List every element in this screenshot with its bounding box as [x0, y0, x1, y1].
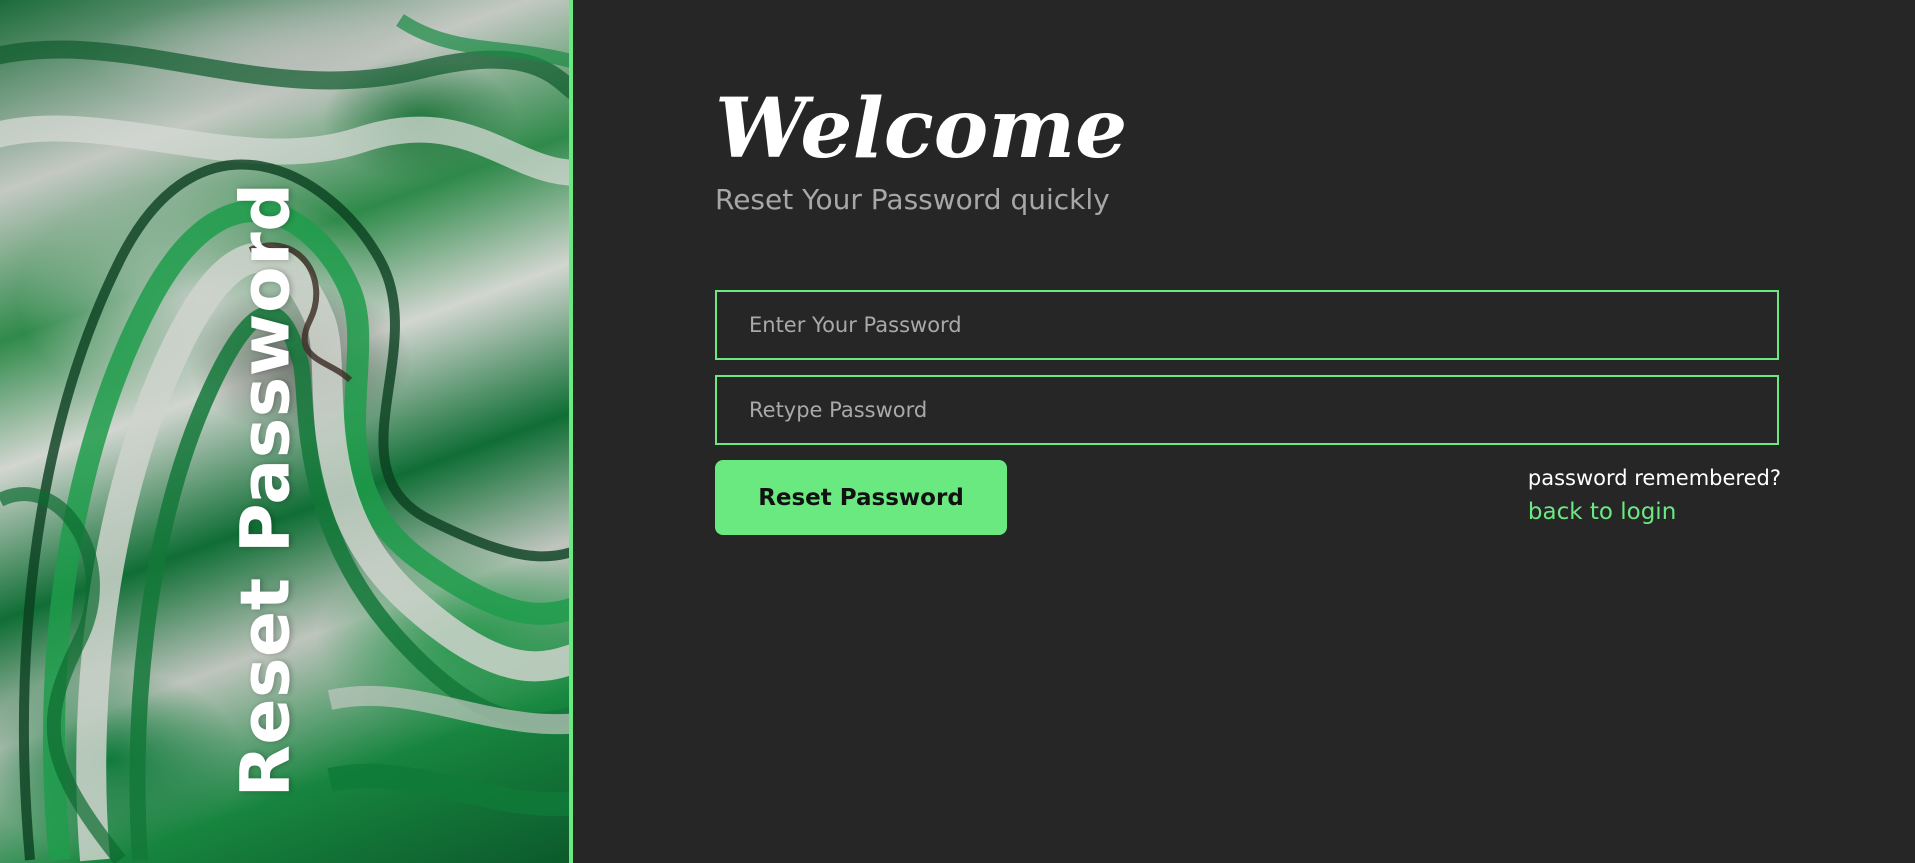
back-to-login-link[interactable]: back to login: [1528, 499, 1781, 525]
side-panel-title: Reset Password: [226, 182, 306, 798]
password-remembered-text: password remembered?: [1527, 466, 1781, 490]
retype-password-input[interactable]: [715, 375, 1779, 445]
reset-password-page: Reset Password Welcome Reset Your Passwo…: [0, 0, 1915, 863]
reset-form-panel: Welcome Reset Your Password quickly Rese…: [573, 0, 1915, 863]
password-input[interactable]: [715, 290, 1779, 360]
welcome-heading: Welcome: [715, 81, 1128, 177]
reset-password-button[interactable]: Reset Password: [715, 460, 1007, 535]
page-subtitle: Reset Your Password quickly: [715, 183, 1110, 216]
side-image-panel: Reset Password: [0, 0, 573, 863]
login-redirect-block: password remembered? back to login: [1528, 466, 1781, 525]
